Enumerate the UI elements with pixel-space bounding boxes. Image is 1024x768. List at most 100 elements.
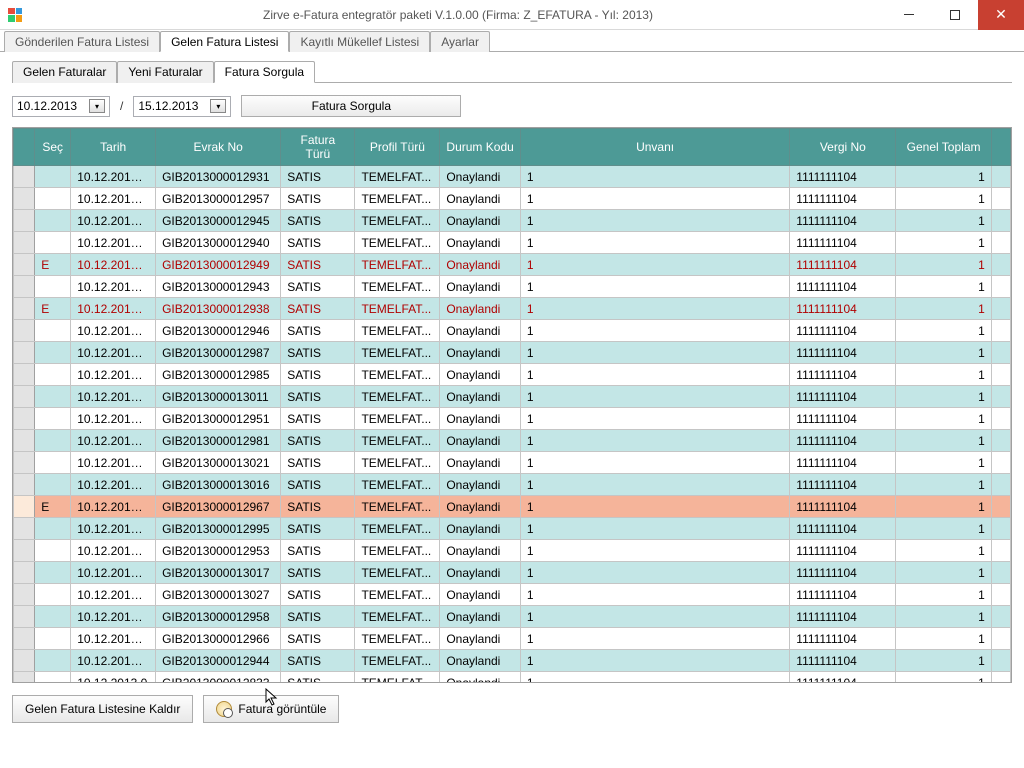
cell-ftur[interactable]: SATIS bbox=[281, 320, 355, 342]
cell-unvan[interactable]: 1 bbox=[520, 474, 789, 496]
cell-ftur[interactable]: SATIS bbox=[281, 650, 355, 672]
cell-sec[interactable] bbox=[35, 474, 71, 496]
cell-extra[interactable] bbox=[991, 320, 1010, 342]
table-row[interactable]: 10.12.2013 0...GIB2013000012966SATISTEME… bbox=[14, 628, 1011, 650]
cell-evrak[interactable]: GIB2013000012966 bbox=[156, 628, 281, 650]
cell-unvan[interactable]: 1 bbox=[520, 210, 789, 232]
cell-profil[interactable]: TEMELFAT... bbox=[355, 364, 440, 386]
cell-sec[interactable]: E bbox=[35, 496, 71, 518]
column-header[interactable]: Vergi No bbox=[790, 129, 896, 166]
row-header[interactable] bbox=[14, 606, 35, 628]
cell-ftur[interactable]: SATIS bbox=[281, 540, 355, 562]
cell-profil[interactable]: TEMELFAT... bbox=[355, 210, 440, 232]
cell-sec[interactable] bbox=[35, 210, 71, 232]
row-header[interactable] bbox=[14, 408, 35, 430]
cell-profil[interactable]: TEMELFAT... bbox=[355, 320, 440, 342]
cell-sec[interactable] bbox=[35, 452, 71, 474]
cell-vergi[interactable]: 1111111104 bbox=[790, 496, 896, 518]
cell-toplam[interactable]: 1 bbox=[896, 188, 991, 210]
cell-evrak[interactable]: GIB2013000013021 bbox=[156, 452, 281, 474]
column-header[interactable] bbox=[991, 129, 1010, 166]
cell-durum[interactable]: Onaylandi bbox=[440, 188, 521, 210]
cell-unvan[interactable]: 1 bbox=[520, 518, 789, 540]
cell-evrak[interactable]: GIB2013000012995 bbox=[156, 518, 281, 540]
cell-toplam[interactable]: 1 bbox=[896, 672, 991, 683]
column-header[interactable]: Durum Kodu bbox=[440, 129, 521, 166]
cell-unvan[interactable]: 1 bbox=[520, 452, 789, 474]
row-header[interactable] bbox=[14, 496, 35, 518]
cell-vergi[interactable]: 1111111104 bbox=[790, 254, 896, 276]
cell-evrak[interactable]: GIB2013000012967 bbox=[156, 496, 281, 518]
row-header[interactable] bbox=[14, 474, 35, 496]
cell-sec[interactable] bbox=[35, 166, 71, 188]
cell-toplam[interactable]: 1 bbox=[896, 320, 991, 342]
cell-ftur[interactable]: SATIS bbox=[281, 342, 355, 364]
cell-sec[interactable] bbox=[35, 672, 71, 683]
cell-sec[interactable] bbox=[35, 628, 71, 650]
row-header[interactable] bbox=[14, 386, 35, 408]
cell-sec[interactable] bbox=[35, 430, 71, 452]
cell-ftur[interactable]: SATIS bbox=[281, 386, 355, 408]
cell-extra[interactable] bbox=[991, 430, 1010, 452]
cell-profil[interactable]: TEMELFAT... bbox=[355, 562, 440, 584]
cell-tarih[interactable]: 10.12.2013 0... bbox=[71, 584, 156, 606]
column-header[interactable]: Unvanı bbox=[520, 129, 789, 166]
cell-extra[interactable] bbox=[991, 254, 1010, 276]
cell-profil[interactable]: TEMELFAT... bbox=[355, 606, 440, 628]
row-header[interactable] bbox=[14, 188, 35, 210]
cell-vergi[interactable]: 1111111104 bbox=[790, 650, 896, 672]
query-button[interactable]: Fatura Sorgula bbox=[241, 95, 461, 117]
cell-ftur[interactable]: SATIS bbox=[281, 628, 355, 650]
cell-durum[interactable]: Onaylandi bbox=[440, 298, 521, 320]
cell-unvan[interactable]: 1 bbox=[520, 562, 789, 584]
cell-tarih[interactable]: 10.12.2013 0... bbox=[71, 408, 156, 430]
date-from-input[interactable]: ▾ bbox=[12, 96, 110, 117]
row-header[interactable] bbox=[14, 166, 35, 188]
cell-evrak[interactable]: GIB2013000012953 bbox=[156, 540, 281, 562]
cell-toplam[interactable]: 1 bbox=[896, 628, 991, 650]
cell-ftur[interactable]: SATIS bbox=[281, 430, 355, 452]
cell-evrak[interactable]: GIB2013000012944 bbox=[156, 650, 281, 672]
cell-sec[interactable] bbox=[35, 320, 71, 342]
cell-durum[interactable]: Onaylandi bbox=[440, 672, 521, 683]
cell-sec[interactable] bbox=[35, 518, 71, 540]
date-to-field[interactable] bbox=[138, 99, 210, 113]
cell-unvan[interactable]: 1 bbox=[520, 342, 789, 364]
table-row[interactable]: 10.12.2013 0...GIB2013000012944SATISTEME… bbox=[14, 650, 1011, 672]
cell-unvan[interactable]: 1 bbox=[520, 386, 789, 408]
cell-toplam[interactable]: 1 bbox=[896, 408, 991, 430]
cell-unvan[interactable]: 1 bbox=[520, 540, 789, 562]
row-header[interactable] bbox=[14, 276, 35, 298]
cell-ftur[interactable]: SATIS bbox=[281, 452, 355, 474]
cell-sec[interactable] bbox=[35, 540, 71, 562]
cell-tarih[interactable]: 10.12.2013 0... bbox=[71, 298, 156, 320]
main-tab[interactable]: Gelen Fatura Listesi bbox=[160, 31, 289, 52]
cell-extra[interactable] bbox=[991, 276, 1010, 298]
cell-tarih[interactable]: 10.12.2013 0... bbox=[71, 540, 156, 562]
row-header[interactable] bbox=[14, 672, 35, 683]
cell-evrak[interactable]: GIB2013000012943 bbox=[156, 276, 281, 298]
cell-vergi[interactable]: 1111111104 bbox=[790, 452, 896, 474]
column-header[interactable]: Tarih bbox=[71, 129, 156, 166]
table-row[interactable]: 10.12.2013 0...GIB2013000012951SATISTEME… bbox=[14, 408, 1011, 430]
table-row[interactable]: 10.12.2013 0...GIB2013000012943SATISTEME… bbox=[14, 276, 1011, 298]
row-header[interactable] bbox=[14, 452, 35, 474]
cell-vergi[interactable]: 1111111104 bbox=[790, 342, 896, 364]
table-row[interactable]: 10.12.2013 0...GIB2013000013016SATISTEME… bbox=[14, 474, 1011, 496]
row-header[interactable] bbox=[14, 254, 35, 276]
cell-evrak[interactable]: GIB2013000013016 bbox=[156, 474, 281, 496]
cell-tarih[interactable]: 10.12.2013 0... bbox=[71, 276, 156, 298]
cell-extra[interactable] bbox=[991, 496, 1010, 518]
cell-profil[interactable]: TEMELFAT... bbox=[355, 188, 440, 210]
cell-vergi[interactable]: 1111111104 bbox=[790, 166, 896, 188]
cell-ftur[interactable]: SATIS bbox=[281, 672, 355, 683]
cell-durum[interactable]: Onaylandi bbox=[440, 408, 521, 430]
cell-profil[interactable]: TEMELFAT bbox=[355, 672, 440, 683]
cell-sec[interactable] bbox=[35, 386, 71, 408]
cell-extra[interactable] bbox=[991, 650, 1010, 672]
minimize-button[interactable] bbox=[886, 0, 932, 30]
cell-tarih[interactable]: 10.12.2013 0... bbox=[71, 254, 156, 276]
cell-toplam[interactable]: 1 bbox=[896, 298, 991, 320]
sub-tab[interactable]: Yeni Faturalar bbox=[117, 61, 213, 83]
cell-ftur[interactable]: SATIS bbox=[281, 232, 355, 254]
